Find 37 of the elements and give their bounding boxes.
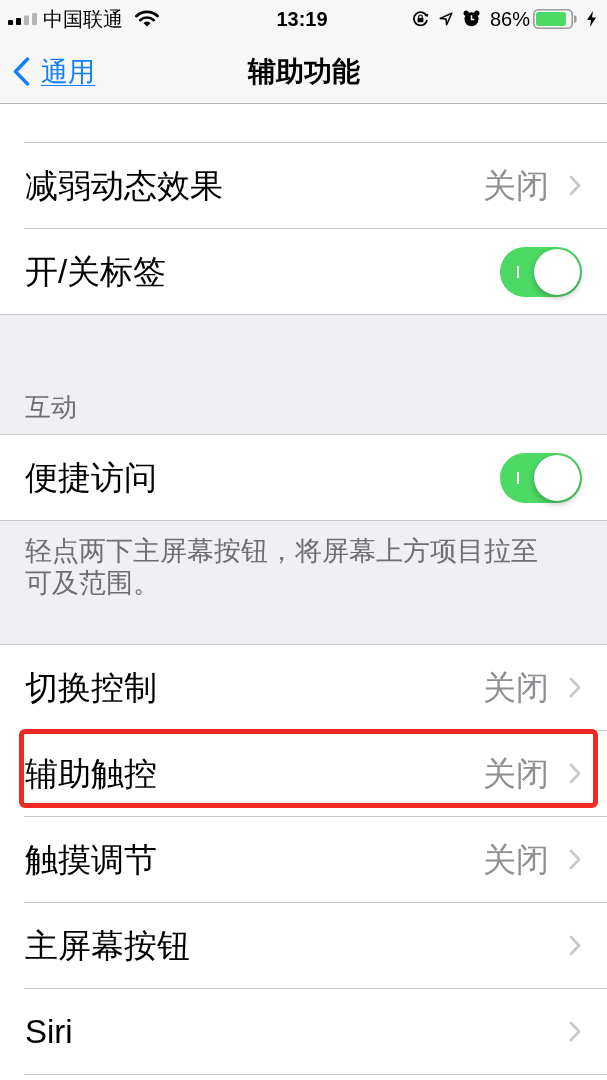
row-label: 开/关标签 bbox=[25, 251, 168, 292]
chevron-icon bbox=[569, 849, 581, 870]
carrier-name: 中国联通 bbox=[43, 6, 123, 31]
battery-icon bbox=[533, 8, 577, 29]
chevron-icon bbox=[569, 677, 581, 698]
toggle-switch[interactable] bbox=[500, 246, 582, 297]
section-header: 互动 bbox=[25, 391, 77, 423]
row-value: 关闭 bbox=[483, 165, 549, 206]
battery-percentage: 86% bbox=[489, 6, 530, 31]
row-label: Siri bbox=[25, 1011, 74, 1052]
row-label: 辅助触控 bbox=[25, 753, 158, 794]
row-value: 关闭 bbox=[483, 753, 549, 794]
status-time: 13:19 bbox=[276, 6, 328, 31]
alarm-clock-icon bbox=[462, 10, 480, 27]
chevron-icon bbox=[569, 763, 581, 784]
row-label: 便捷访问 bbox=[25, 457, 158, 498]
on-line-icon bbox=[517, 471, 519, 484]
rotation-lock-icon bbox=[411, 10, 429, 27]
wifi-icon bbox=[135, 10, 159, 27]
row-label: 切换控制 bbox=[25, 667, 158, 708]
nav-title: 辅助功能 bbox=[247, 54, 360, 89]
row-label: 减弱动态效果 bbox=[25, 165, 224, 206]
charging-bolt-icon bbox=[587, 10, 596, 27]
row-label: 主屏幕按钮 bbox=[25, 925, 191, 966]
back-chevron-icon bbox=[13, 57, 30, 86]
row-value: 关闭 bbox=[483, 667, 549, 708]
back-button[interactable]: 通用 bbox=[13, 54, 95, 89]
section-footer: 轻点两下主屏幕按钮，将屏幕上方项目拉至可及范围。 bbox=[25, 535, 557, 599]
toggle-switch[interactable] bbox=[500, 452, 582, 503]
chevron-icon bbox=[569, 175, 581, 196]
location-arrow-icon bbox=[438, 11, 453, 26]
on-line-icon bbox=[517, 265, 519, 278]
row-value: 关闭 bbox=[483, 839, 549, 880]
signal-icon bbox=[8, 12, 38, 25]
chevron-icon bbox=[569, 935, 581, 956]
chevron-icon bbox=[569, 1021, 581, 1042]
row-label: 触摸调节 bbox=[25, 839, 158, 880]
